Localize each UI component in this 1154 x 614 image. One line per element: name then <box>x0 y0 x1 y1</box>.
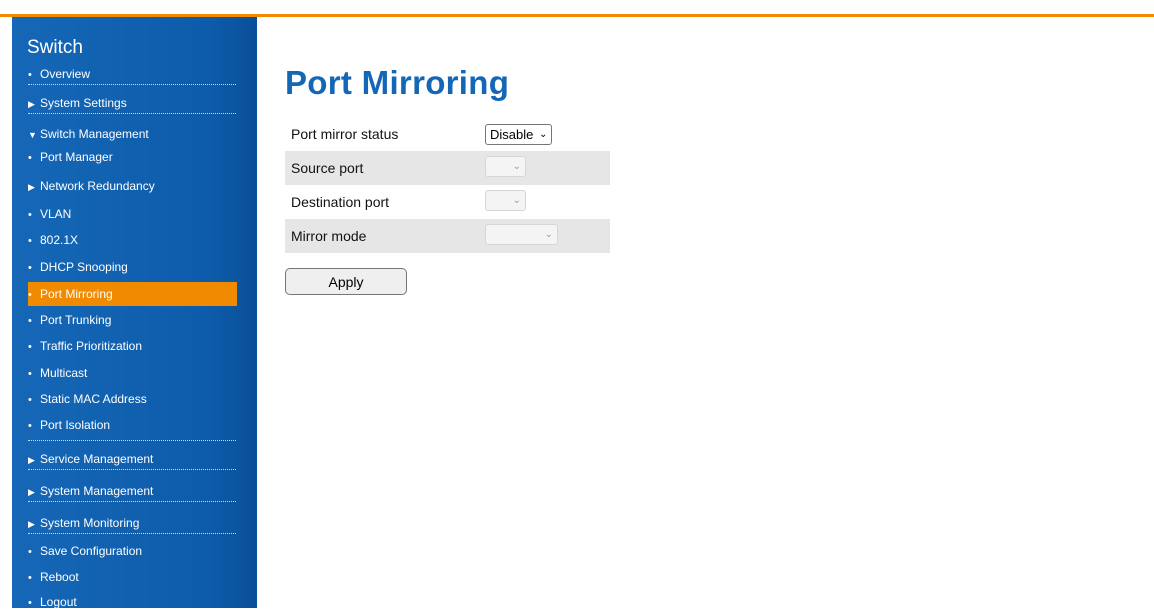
port-mirror-form: Port mirror status Disable ⌄ Source port… <box>285 117 610 253</box>
sidebar-item-system-management[interactable]: ▶ System Management <box>28 480 236 502</box>
sidebar-item-label: VLAN <box>40 207 72 221</box>
collapse-arrow-icon: ▼ <box>28 130 37 140</box>
sidebar-item-vlan[interactable]: • VLAN <box>28 203 236 225</box>
sidebar-item-label: System Monitoring <box>40 516 140 530</box>
sidebar-item-save-configuration[interactable]: • Save Configuration <box>28 540 236 562</box>
sidebar-item-label: System Settings <box>40 96 127 110</box>
bullet-icon: • <box>28 420 32 432</box>
bullet-icon: • <box>28 368 32 380</box>
bullet-icon: • <box>28 572 32 584</box>
sidebar-item-switch-management[interactable]: ▼ Switch Management <box>28 123 236 145</box>
chevron-down-icon: ⌄ <box>512 195 521 206</box>
sidebar-item-label: DHCP Snooping <box>40 260 128 274</box>
source-port-select[interactable]: ⌄ <box>485 156 526 177</box>
sidebar-item-service-management[interactable]: ▶ Service Management <box>28 448 236 470</box>
form-row-port-mirror-status: Port mirror status Disable ⌄ <box>285 117 610 151</box>
sidebar-item-port-mirroring[interactable]: • Port Mirroring <box>28 282 237 306</box>
sidebar-item-label: Save Configuration <box>40 544 143 558</box>
sidebar-title: Switch <box>27 37 83 58</box>
field-label: Source port <box>285 151 479 185</box>
port-mirror-status-select[interactable]: Disable ⌄ <box>485 123 553 145</box>
sidebar-item-port-manager[interactable]: • Port Manager <box>28 146 236 168</box>
top-accent-bar <box>0 0 1154 17</box>
bullet-icon: • <box>28 289 32 301</box>
sidebar-item-dhcp-snooping[interactable]: • DHCP Snooping <box>28 256 236 278</box>
bullet-icon: • <box>28 235 32 247</box>
sidebar-item-label: System Management <box>40 484 154 498</box>
bullet-icon: • <box>28 394 32 406</box>
bullet-icon: • <box>28 597 32 609</box>
chevron-down-icon: ⌄ <box>538 128 548 140</box>
form-row-destination-port: Destination port ⌄ <box>285 185 610 219</box>
bullet-icon: • <box>28 315 32 327</box>
field-label: Port mirror status <box>285 117 479 151</box>
sidebar-item-label: Service Management <box>40 452 154 466</box>
apply-button[interactable]: Apply <box>285 268 407 295</box>
form-row-source-port: Source port ⌄ <box>285 151 610 185</box>
bullet-icon: • <box>28 262 32 274</box>
expand-arrow-icon: ▶ <box>28 182 35 192</box>
sidebar-item-port-isolation[interactable]: • Port Isolation <box>28 414 236 441</box>
chevron-down-icon: ⌄ <box>544 229 553 240</box>
sidebar: Switch • Overview ▶ System Settings ▼ Switc… <box>12 17 257 609</box>
sidebar-item-multicast[interactable]: • Multicast <box>28 362 236 384</box>
sidebar-item-label: 802.1X <box>40 233 79 247</box>
sidebar-item-label: Static MAC Address <box>40 392 147 406</box>
sidebar-item-overview[interactable]: • Overview <box>28 63 236 85</box>
form-row-mirror-mode: Mirror mode ⌄ <box>285 219 610 253</box>
expand-arrow-icon: ▶ <box>28 99 35 109</box>
sidebar-item-reboot[interactable]: • Reboot <box>28 566 236 588</box>
sidebar-item-label: Logout <box>40 595 77 609</box>
field-label: Destination port <box>285 185 479 219</box>
expand-arrow-icon: ▶ <box>28 455 35 465</box>
sidebar-item-label: Traffic Prioritization <box>40 339 143 353</box>
sidebar-item-port-trunking[interactable]: • Port Trunking <box>28 309 236 331</box>
bullet-icon: • <box>28 341 32 353</box>
bullet-icon: • <box>28 69 32 81</box>
sidebar-item-label: Multicast <box>40 366 88 380</box>
page-title: Port Mirroring <box>285 64 510 101</box>
mirror-mode-select[interactable]: ⌄ <box>485 224 558 245</box>
sidebar-item-label: Port Mirroring <box>40 287 113 301</box>
chevron-down-icon: ⌄ <box>512 161 521 172</box>
sidebar-item-label: Port Isolation <box>40 418 111 432</box>
expand-arrow-icon: ▶ <box>28 519 35 529</box>
sidebar-item-label: Port Manager <box>40 150 113 164</box>
destination-port-select[interactable]: ⌄ <box>485 190 526 211</box>
field-label: Mirror mode <box>285 219 479 253</box>
sidebar-item-network-redundancy[interactable]: ▶ Network Redundancy <box>28 175 236 197</box>
sidebar-item-8021x[interactable]: • 802.1X <box>28 229 236 251</box>
bullet-icon: • <box>28 546 32 558</box>
sidebar-item-traffic-prioritization[interactable]: • Traffic Prioritization <box>28 335 236 357</box>
sidebar-item-label: Network Redundancy <box>40 179 155 193</box>
select-value: Disable <box>490 126 534 142</box>
sidebar-item-logout[interactable]: • Logout <box>28 591 236 613</box>
sidebar-item-static-mac-address[interactable]: • Static MAC Address <box>28 388 236 410</box>
sidebar-item-label: Port Trunking <box>40 313 112 327</box>
sidebar-item-label: Reboot <box>40 570 79 584</box>
sidebar-item-system-settings[interactable]: ▶ System Settings <box>28 92 236 114</box>
bullet-icon: • <box>28 152 32 164</box>
bullet-icon: • <box>28 209 32 221</box>
sidebar-item-label: Overview <box>40 67 91 81</box>
sidebar-item-label: Switch Management <box>40 127 149 141</box>
expand-arrow-icon: ▶ <box>28 487 35 497</box>
sidebar-item-system-monitoring[interactable]: ▶ System Monitoring <box>28 512 236 534</box>
